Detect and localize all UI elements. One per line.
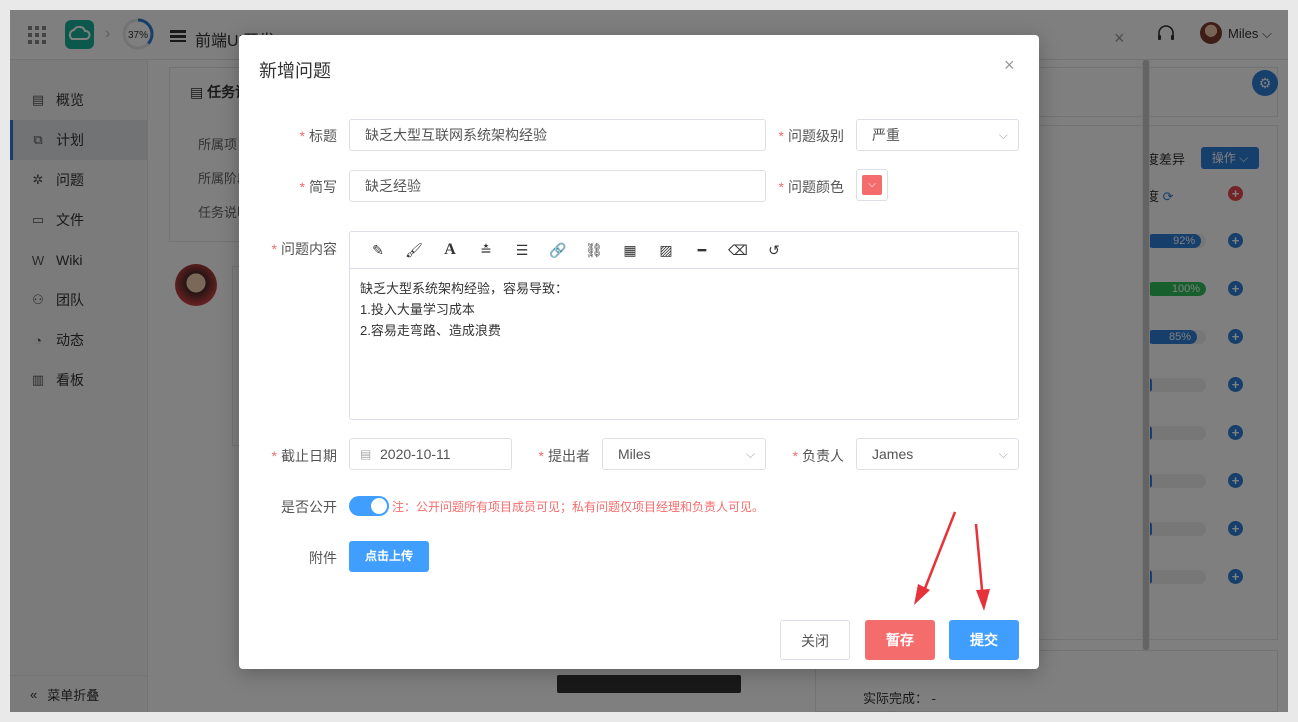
annotation-arrow [914,511,957,605]
annotation-arrows [914,511,990,611]
screenshot-frame: › 37% 前端UI开发 × Miles ⌵ ▤概览 ⧉计划 ✲问题 ▭文件 W… [0,0,1298,722]
annotation-arrow [974,523,990,611]
